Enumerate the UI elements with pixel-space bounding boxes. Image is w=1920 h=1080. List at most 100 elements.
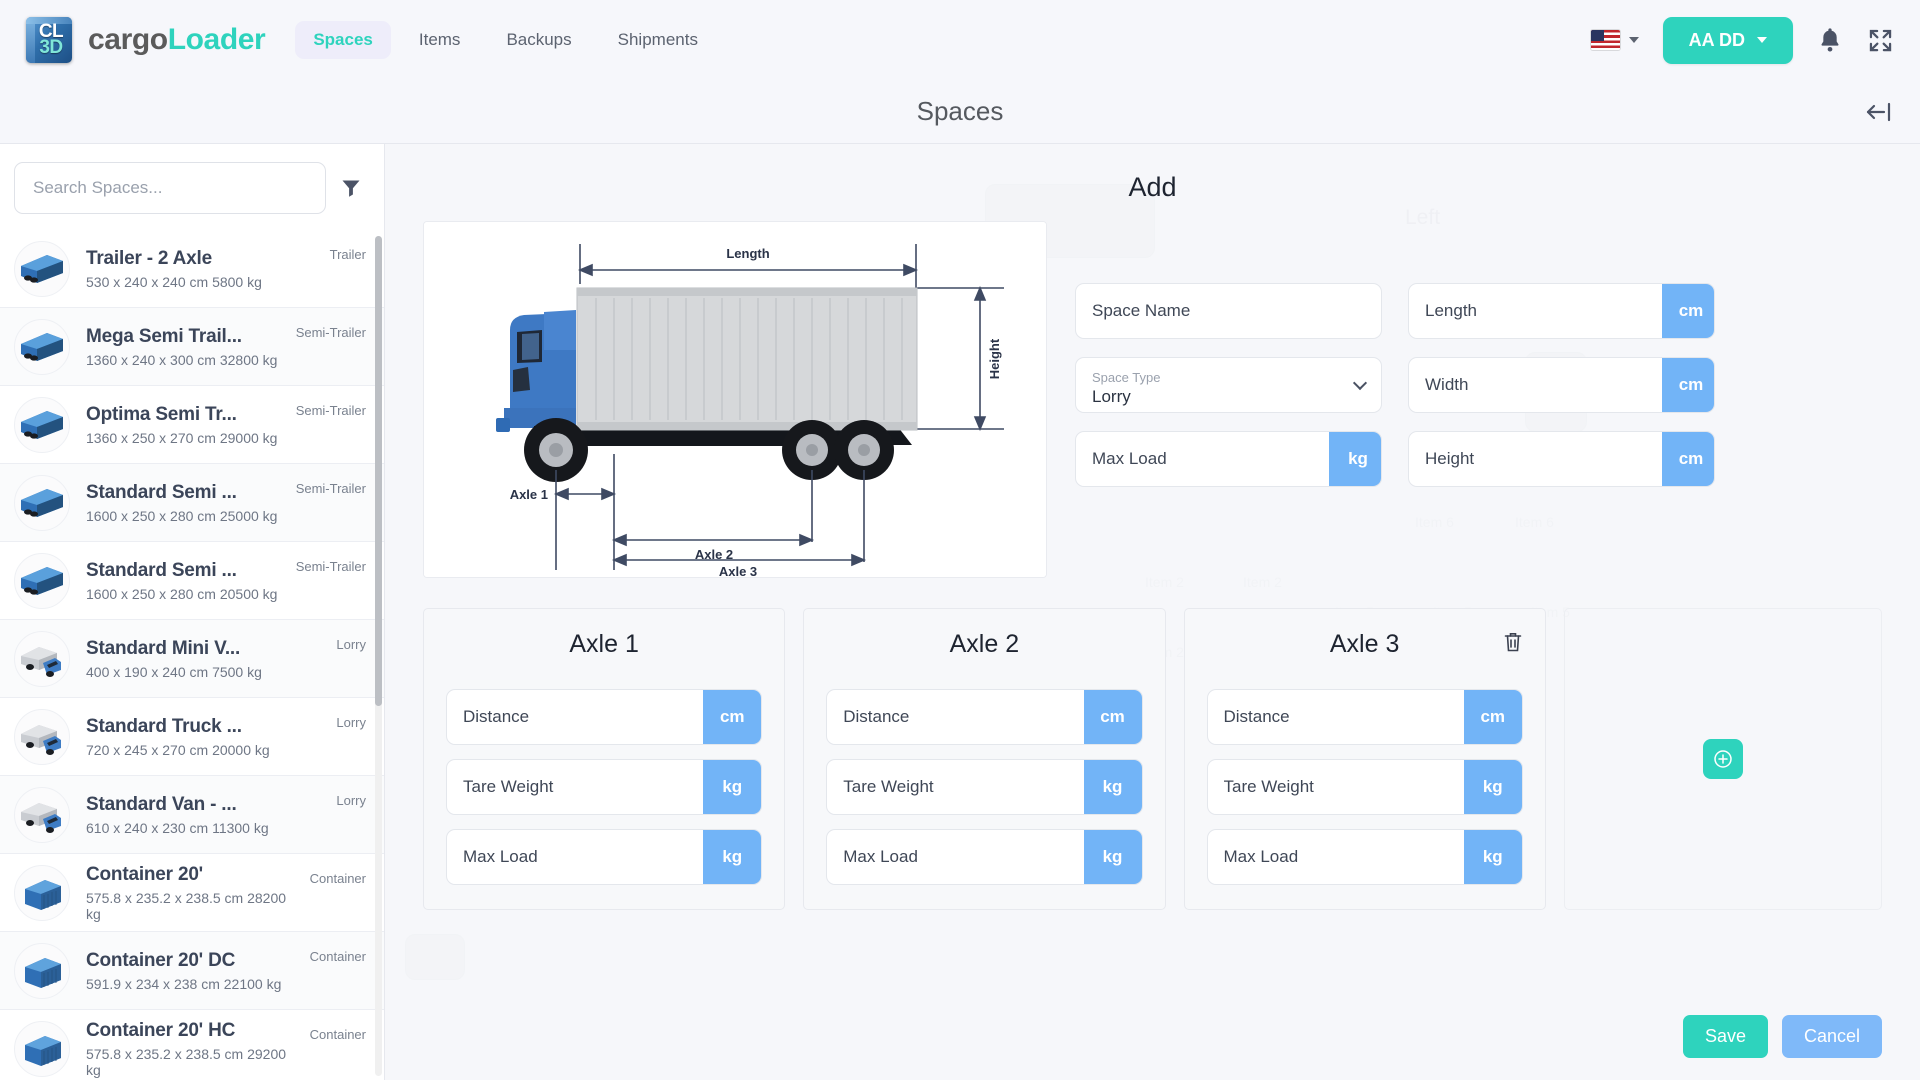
- height-field[interactable]: cm: [1408, 431, 1715, 487]
- axle-max-load-field[interactable]: kg: [1206, 829, 1523, 885]
- space-list-item[interactable]: Mega Semi Trail... 1360 x 240 x 300 cm 32…: [0, 308, 384, 386]
- space-thumbnail: [14, 318, 70, 375]
- max-load-unit-button[interactable]: kg: [1329, 432, 1381, 486]
- cancel-button[interactable]: Cancel: [1781, 1015, 1882, 1058]
- space-thumbnail: [14, 942, 70, 999]
- space-item-name: Standard Semi ...: [86, 560, 237, 582]
- axle-max-load-field[interactable]: kg: [446, 829, 763, 885]
- axle-distance-field[interactable]: cm: [826, 689, 1143, 745]
- lorry-icon: [21, 646, 61, 677]
- axle-max-load-field[interactable]: kg: [826, 829, 1143, 885]
- brand-name: cargoLoader: [88, 23, 266, 57]
- collapse-panel-button[interactable]: [1862, 100, 1894, 124]
- sidebar-search-row: [0, 144, 384, 230]
- axle-distance-unit[interactable]: cm: [703, 690, 762, 744]
- space-list-item[interactable]: Standard Van - ... 610 x 240 x 230 cm 113…: [0, 776, 384, 854]
- space-item-name: Optima Semi Tr...: [86, 404, 237, 426]
- spaces-list[interactable]: Trailer - 2 Axle 530 x 240 x 240 cm 5800 …: [0, 230, 384, 1080]
- axle-max-load-input[interactable]: [1207, 830, 1464, 884]
- delete-axle-button[interactable]: [1503, 631, 1523, 653]
- axle-distance-input[interactable]: [827, 690, 1084, 744]
- brand-logo[interactable]: CL 3D cargoLoader: [26, 17, 266, 63]
- space-list-item[interactable]: Standard Semi ... 1600 x 250 x 280 cm 250…: [0, 464, 384, 542]
- space-name-input[interactable]: [1076, 284, 1381, 338]
- space-thumbnail: [14, 708, 70, 765]
- bell-icon: [1821, 28, 1839, 52]
- space-item-name: Mega Semi Trail...: [86, 326, 242, 348]
- height-unit-button[interactable]: cm: [1662, 432, 1714, 486]
- space-list-item[interactable]: Container 20' HC 575.8 x 235.2 x 238.5 cm…: [0, 1010, 384, 1080]
- space-item-text: Optima Semi Tr... 1360 x 250 x 270 cm 290…: [86, 403, 280, 446]
- space-item-name: Standard Semi ...: [86, 482, 237, 504]
- space-item-dimensions: 720 x 245 x 270 cm 20000 kg: [86, 741, 270, 758]
- nav-item-spaces[interactable]: Spaces: [295, 21, 391, 59]
- trash-icon: [1504, 633, 1522, 652]
- language-selector[interactable]: [1590, 30, 1639, 50]
- space-list-item[interactable]: Optima Semi Tr... 1360 x 250 x 270 cm 290…: [0, 386, 384, 464]
- axle-max-load-input[interactable]: [447, 830, 704, 884]
- max-load-input[interactable]: [1076, 432, 1329, 486]
- max-load-field[interactable]: kg: [1075, 431, 1382, 487]
- save-button[interactable]: Save: [1682, 1015, 1768, 1058]
- space-list-item[interactable]: Container 20' 575.8 x 235.2 x 238.5 cm 28…: [0, 854, 384, 932]
- axle-max-load-unit[interactable]: kg: [1463, 830, 1522, 884]
- sidebar-scrollbar-thumb[interactable]: [375, 236, 382, 707]
- space-item-tag: Container: [309, 871, 366, 886]
- space-list-item[interactable]: Trailer - 2 Axle 530 x 240 x 240 cm 5800 …: [0, 230, 384, 308]
- axle-max-load-input[interactable]: [827, 830, 1084, 884]
- space-item-name: Standard Truck ...: [86, 716, 242, 738]
- space-item-dimensions: 1360 x 250 x 270 cm 29000 kg: [86, 429, 278, 446]
- width-input[interactable]: [1409, 358, 1662, 412]
- nav-item-backups[interactable]: Backups: [488, 21, 589, 59]
- axle-header: Axle 1: [446, 627, 762, 661]
- length-unit-button[interactable]: cm: [1662, 284, 1714, 338]
- axle-distance-input[interactable]: [447, 690, 704, 744]
- nav-item-shipments[interactable]: Shipments: [600, 21, 716, 59]
- filter-button[interactable]: [340, 177, 362, 199]
- nav-item-items[interactable]: Items: [401, 21, 479, 59]
- width-unit-button[interactable]: cm: [1662, 358, 1714, 412]
- axle-distance-unit[interactable]: cm: [1463, 690, 1522, 744]
- space-item-text: Standard Semi ... 1600 x 250 x 280 cm 250…: [86, 481, 280, 524]
- length-field[interactable]: cm: [1408, 283, 1715, 339]
- space-item-dimensions: 400 x 190 x 240 cm 7500 kg: [86, 663, 262, 680]
- notifications-button[interactable]: [1817, 26, 1843, 54]
- search-input[interactable]: [14, 162, 326, 214]
- axle-tare-weight-unit[interactable]: kg: [1083, 760, 1142, 814]
- fullscreen-button[interactable]: [1867, 27, 1894, 54]
- space-list-item[interactable]: Standard Semi ... 1600 x 250 x 280 cm 205…: [0, 542, 384, 620]
- axle-max-load-unit[interactable]: kg: [703, 830, 762, 884]
- axle-distance-unit[interactable]: cm: [1083, 690, 1142, 744]
- space-item-tag: Trailer: [329, 247, 366, 262]
- axle-max-load-unit[interactable]: kg: [1083, 830, 1142, 884]
- axle-tare-weight-unit[interactable]: kg: [703, 760, 762, 814]
- space-item-tag: Semi-Trailer: [295, 481, 366, 496]
- axle-tare-weight-field[interactable]: kg: [826, 759, 1143, 815]
- axle-tare-weight-input[interactable]: [1207, 760, 1464, 814]
- length-input[interactable]: [1409, 284, 1662, 338]
- space-thumbnail: [14, 1020, 70, 1077]
- axle-tare-weight-unit[interactable]: kg: [1463, 760, 1522, 814]
- height-input[interactable]: [1409, 432, 1662, 486]
- user-menu-button[interactable]: AA DD: [1662, 16, 1793, 64]
- space-item-name: Trailer - 2 Axle: [86, 248, 212, 270]
- axle-distance-field[interactable]: cm: [446, 689, 763, 745]
- axle-tare-weight-input[interactable]: [447, 760, 704, 814]
- axle-tare-weight-input[interactable]: [827, 760, 1084, 814]
- space-name-field[interactable]: [1075, 283, 1382, 339]
- us-flag-icon: [1590, 30, 1620, 50]
- add-axle-card[interactable]: [1563, 608, 1882, 910]
- axle-distance-field[interactable]: cm: [1206, 689, 1523, 745]
- width-field[interactable]: cm: [1408, 357, 1715, 413]
- space-item-dimensions: 575.8 x 235.2 x 238.5 cm 28200 kg: [86, 889, 287, 922]
- space-list-item[interactable]: Standard Truck ... 720 x 245 x 270 cm 200…: [0, 698, 384, 776]
- add-axle-button[interactable]: [1702, 739, 1743, 779]
- space-list-item[interactable]: Container 20' DC 591.9 x 234 x 238 cm 221…: [0, 932, 384, 1010]
- space-list-item[interactable]: Standard Mini V... 400 x 190 x 240 cm 750…: [0, 620, 384, 698]
- axle-tare-weight-field[interactable]: kg: [1206, 759, 1523, 815]
- container-icon: [25, 957, 61, 988]
- axle-tare-weight-field[interactable]: kg: [446, 759, 763, 815]
- sidebar-scrollbar-track[interactable]: [375, 236, 382, 1076]
- space-type-select[interactable]: Space Type Lorry: [1075, 357, 1382, 413]
- axle-distance-input[interactable]: [1207, 690, 1464, 744]
